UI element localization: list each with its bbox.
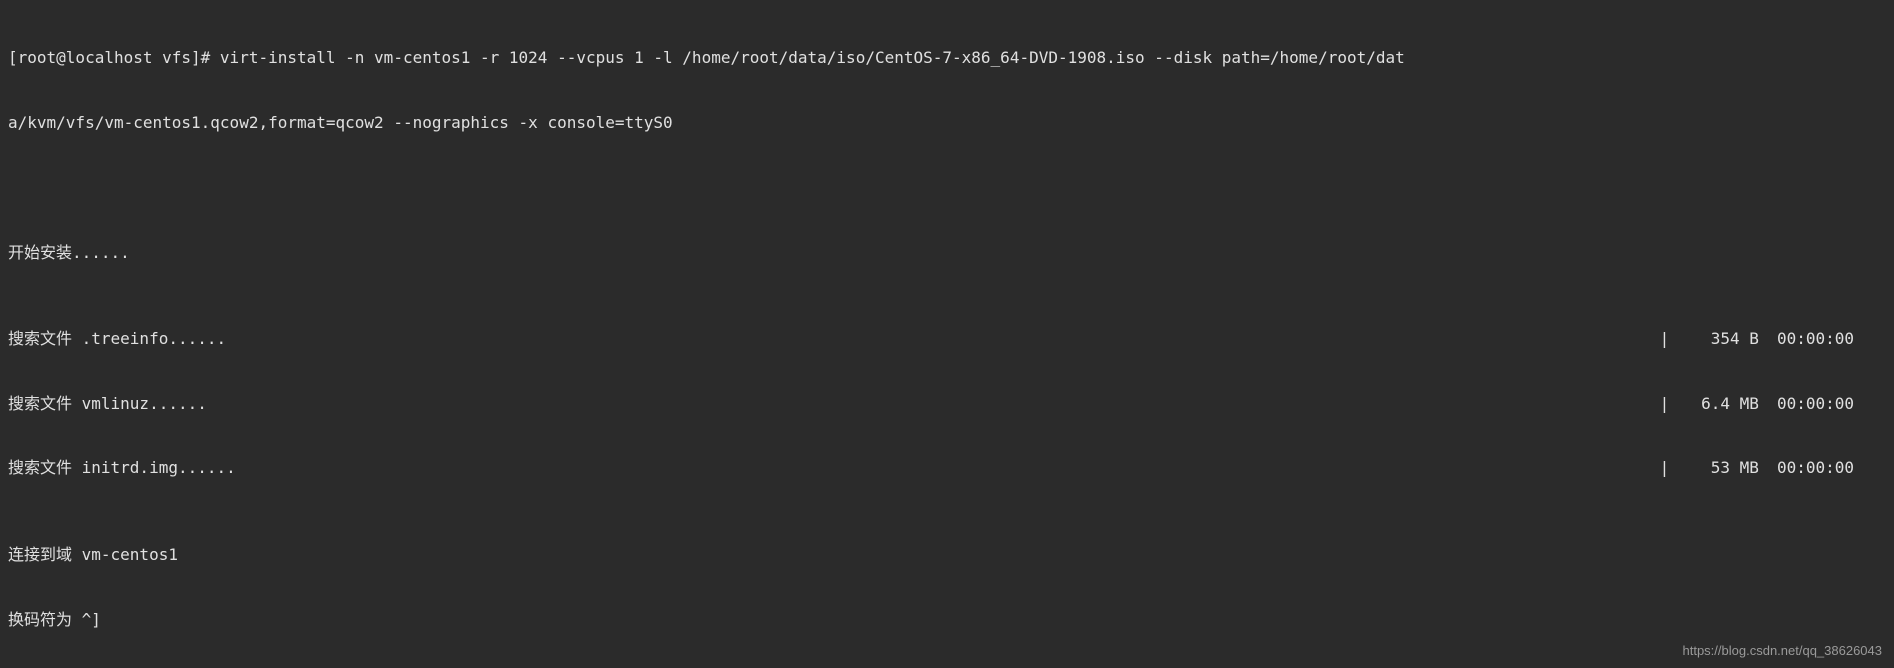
search-time: 00:00:00 <box>1759 457 1854 479</box>
search-size: 354 B <box>1679 328 1759 350</box>
blank-line <box>8 177 1886 199</box>
divider: | <box>1660 328 1679 350</box>
divider: | <box>1660 457 1679 479</box>
escape-line: 换码符为 ^] <box>8 609 1886 631</box>
divider: | <box>1660 393 1679 415</box>
search-size: 6.4 MB <box>1679 393 1759 415</box>
install-header: 开始安装...... <box>8 242 1886 264</box>
search-label: 搜索文件 initrd.img...... <box>8 457 236 479</box>
terminal-output[interactable]: [root@localhost vfs]# virt-install -n vm… <box>0 0 1894 668</box>
search-time: 00:00:00 <box>1759 328 1854 350</box>
search-size: 53 MB <box>1679 457 1759 479</box>
search-row: 搜索文件 vmlinuz...... | 6.4 MB 00:00:00 <box>8 393 1886 415</box>
command-text-1: virt-install -n vm-centos1 -r 1024 --vcp… <box>220 48 1405 67</box>
connect-line: 连接到域 vm-centos1 <box>8 544 1886 566</box>
command-line: [root@localhost vfs]# virt-install -n vm… <box>8 47 1886 69</box>
prompt: [root@localhost vfs]# <box>8 48 220 67</box>
search-row: 搜索文件 initrd.img...... | 53 MB 00:00:00 <box>8 457 1886 479</box>
watermark-text: https://blog.csdn.net/qq_38626043 <box>1683 642 1883 660</box>
search-row: 搜索文件 .treeinfo...... | 354 B 00:00:00 <box>8 328 1886 350</box>
command-line-wrap: a/kvm/vfs/vm-centos1.qcow2,format=qcow2 … <box>8 112 1886 134</box>
search-label: 搜索文件 vmlinuz...... <box>8 393 207 415</box>
search-time: 00:00:00 <box>1759 393 1854 415</box>
search-label: 搜索文件 .treeinfo...... <box>8 328 226 350</box>
